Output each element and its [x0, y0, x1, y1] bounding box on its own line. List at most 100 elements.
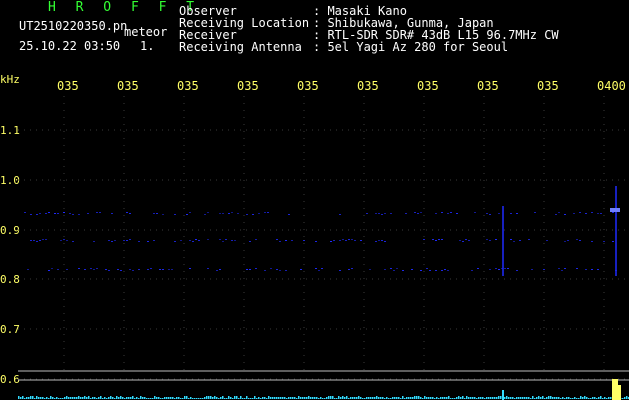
amplitude-spike	[502, 390, 504, 400]
amplitude-bar	[328, 396, 330, 399]
noise-dot	[198, 240, 200, 241]
amplitude-bar	[452, 398, 454, 399]
amplitude-bar	[370, 397, 372, 399]
noise-dot	[396, 268, 398, 269]
amplitude-bar	[390, 398, 392, 399]
noise-dot	[162, 214, 164, 215]
amplitude-bar	[198, 398, 200, 399]
amplitude-bar	[496, 397, 498, 399]
noise-dot	[255, 268, 257, 269]
amplitude-bar	[528, 397, 530, 399]
amplitude-bar	[222, 396, 224, 399]
amplitude-bar	[332, 396, 334, 399]
amplitude-bar	[576, 398, 578, 399]
noise-dot	[558, 268, 560, 269]
noise-dot	[129, 269, 131, 270]
noise-dot	[174, 214, 176, 215]
noise-dot	[360, 240, 362, 241]
noise-dot	[279, 241, 281, 242]
noise-dot	[246, 269, 248, 270]
amplitude-bar	[172, 397, 174, 399]
noise-dot	[231, 240, 233, 241]
amplitude-bar	[216, 397, 218, 399]
amplitude-bar	[588, 398, 590, 399]
noise-dot	[153, 213, 155, 214]
noise-dot	[162, 269, 164, 270]
amplitude-bar	[176, 397, 178, 399]
amplitude-bar	[346, 396, 348, 399]
noise-dot	[147, 241, 149, 242]
amplitude-bar	[264, 397, 266, 399]
amplitude-bar	[334, 398, 336, 399]
noise-dot	[528, 239, 530, 240]
noise-dot	[411, 269, 413, 270]
noise-dot	[189, 240, 191, 241]
noise-dot	[36, 214, 38, 215]
noise-dot	[99, 212, 101, 213]
amplitude-bar	[450, 398, 452, 399]
amplitude-bar	[294, 397, 296, 399]
noise-dot	[333, 240, 335, 241]
amplitude-bar	[626, 396, 628, 399]
noise-dot	[129, 239, 131, 240]
amplitude-bar	[22, 396, 24, 399]
amplitude-bar	[476, 398, 478, 399]
amplitude-bar	[186, 396, 188, 399]
amplitude-bar	[542, 396, 544, 399]
antenna-label: Receiving Antenna	[179, 40, 302, 54]
noise-dot	[531, 269, 533, 270]
amplitude-bar	[84, 396, 86, 399]
noise-dot	[495, 268, 497, 269]
amplitude-bar	[510, 397, 512, 399]
amplitude-bar	[90, 398, 92, 399]
noise-dot	[576, 268, 578, 269]
amplitude-bar	[102, 398, 104, 399]
noise-dot	[447, 213, 449, 214]
noise-dot	[87, 213, 89, 214]
noise-dot	[555, 214, 557, 215]
amplitude-bar	[154, 396, 156, 399]
amplitude-bar	[196, 398, 198, 399]
y-tick: 1.1	[0, 124, 20, 137]
amplitude-bar	[254, 396, 256, 399]
amplitude-bar	[536, 397, 538, 399]
noise-dot	[195, 239, 197, 240]
noise-dot	[546, 240, 548, 241]
amplitude-bar	[320, 397, 322, 399]
noise-dot	[66, 269, 68, 270]
amplitude-bar	[46, 397, 48, 399]
noise-dot	[339, 270, 341, 271]
noise-dot	[378, 240, 380, 241]
amplitude-bar	[388, 398, 390, 399]
amplitude-bar	[116, 396, 118, 399]
noise-dot	[207, 268, 209, 269]
noise-dot	[234, 240, 236, 241]
amplitude-bar	[466, 396, 468, 399]
amplitude-bar	[534, 398, 536, 399]
amplitude-bar	[212, 397, 214, 399]
noise-dot	[159, 269, 161, 270]
noise-dot	[576, 239, 578, 240]
amplitude-bar	[188, 398, 190, 399]
amplitude-bar	[330, 396, 332, 399]
noise-dot	[579, 212, 581, 213]
noise-dot	[93, 269, 95, 270]
amplitude-bar	[56, 397, 58, 399]
noise-dot	[420, 212, 422, 213]
amplitude-bar	[512, 397, 514, 399]
amplitude-bar	[362, 398, 364, 399]
amplitude-bar	[256, 398, 258, 399]
amplitude-bar	[604, 397, 606, 399]
amplitude-bar	[122, 397, 124, 399]
noise-dot	[339, 214, 341, 215]
noise-dot	[498, 269, 500, 270]
mode-label: meteor	[124, 25, 168, 39]
noise-dot	[561, 270, 563, 271]
amplitude-bar	[354, 397, 356, 399]
amplitude-bar	[214, 396, 216, 399]
noise-dot	[168, 269, 170, 270]
noise-dot	[342, 239, 344, 240]
amplitude-bar	[300, 397, 302, 399]
noise-dot	[414, 212, 416, 213]
x-tick: 035	[297, 79, 319, 93]
